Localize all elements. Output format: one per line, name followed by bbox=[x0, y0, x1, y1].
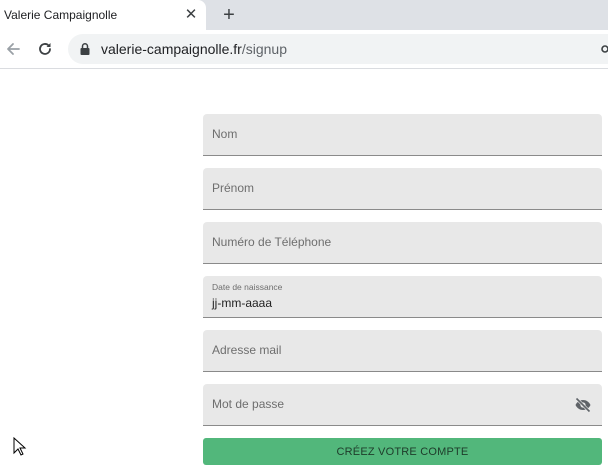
nom-field[interactable]: Nom bbox=[203, 114, 602, 156]
email-label: Adresse mail bbox=[212, 343, 282, 357]
password-field[interactable]: Mot de passe bbox=[203, 384, 602, 426]
nom-label: Nom bbox=[212, 127, 238, 141]
url-path: /signup bbox=[241, 41, 287, 57]
browser-tab[interactable]: Valerie Campaignolle ✕ bbox=[0, 0, 206, 30]
url-host: valerie-campaignolle.fr bbox=[101, 41, 242, 57]
close-tab-icon[interactable]: ✕ bbox=[182, 6, 200, 24]
phone-label: Numéro de Téléphone bbox=[212, 235, 332, 249]
new-tab-button[interactable]: + bbox=[218, 4, 240, 26]
reload-button[interactable] bbox=[35, 39, 55, 59]
password-label: Mot de passe bbox=[212, 397, 285, 411]
back-button[interactable] bbox=[3, 39, 23, 59]
mouse-cursor-icon bbox=[13, 437, 27, 456]
url-text: valerie-campaignolle.fr/signup bbox=[101, 41, 287, 57]
key-icon[interactable] bbox=[600, 42, 608, 56]
create-account-button[interactable]: CRÉEZ VOTRE COMPTE bbox=[203, 438, 602, 465]
email-field[interactable]: Adresse mail bbox=[203, 330, 602, 372]
back-arrow-icon bbox=[7, 43, 20, 55]
reload-icon bbox=[39, 43, 51, 55]
browser-toolbar: valerie-campaignolle.fr/signup bbox=[0, 30, 608, 69]
lock-icon bbox=[80, 43, 90, 55]
prenom-label: Prénom bbox=[212, 181, 255, 195]
phone-field[interactable]: Numéro de Téléphone bbox=[203, 222, 602, 264]
eye-off-icon[interactable] bbox=[574, 396, 592, 414]
birthdate-value: jj-mm-aaaa bbox=[212, 296, 273, 310]
tab-strip: Valerie Campaignolle ✕ + bbox=[0, 0, 608, 30]
tab-title: Valerie Campaignolle bbox=[4, 8, 118, 22]
address-bar[interactable]: valerie-campaignolle.fr/signup bbox=[68, 34, 608, 64]
birthdate-field[interactable]: Date de naissance jj-mm-aaaa bbox=[203, 276, 602, 318]
birthdate-label: Date de naissance bbox=[212, 282, 283, 292]
prenom-field[interactable]: Prénom bbox=[203, 168, 602, 210]
